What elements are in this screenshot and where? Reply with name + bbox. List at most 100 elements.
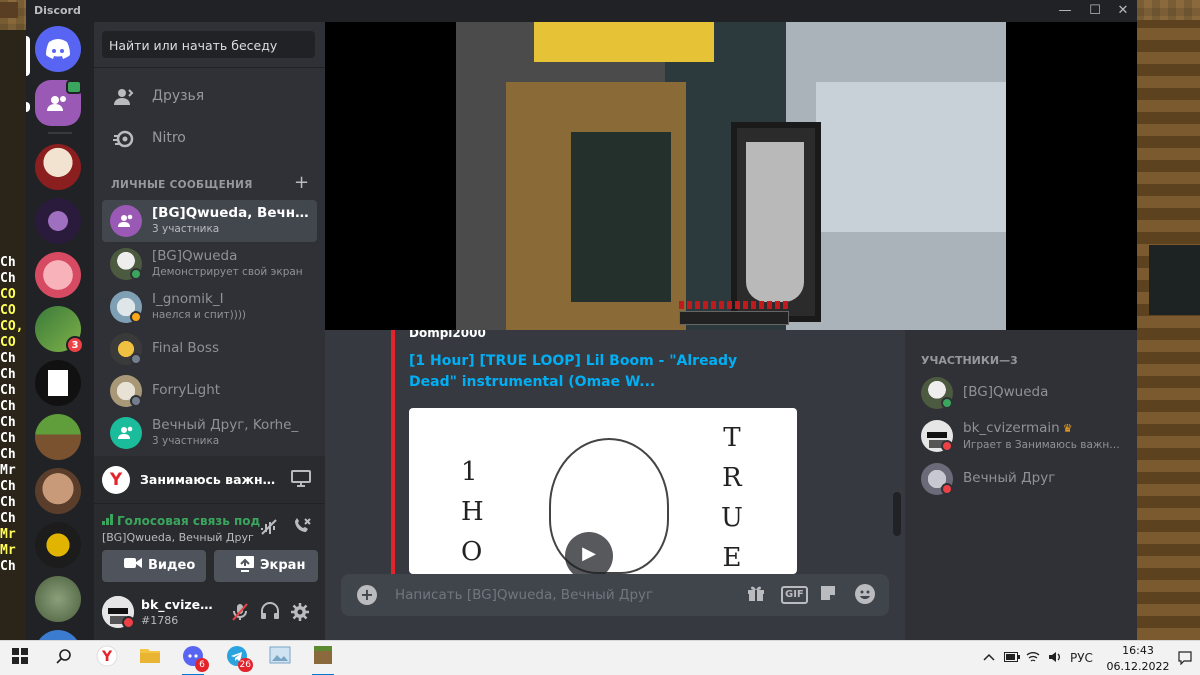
discord-taskbar-icon[interactable]: 6 [176,645,210,675]
username[interactable]: bk_cvizer... [141,597,216,612]
game-chat-line: Ch [0,351,16,366]
game-chat-line: CO [0,303,16,318]
voice-status-label: Голосовая связь под [117,514,261,528]
server-avatar[interactable] [35,468,81,514]
dm-item[interactable]: ForryLight [102,370,317,412]
voice-status[interactable]: Голосовая связь под [102,514,260,528]
server-avatar[interactable] [35,198,81,244]
discord-window: Discord — ☐ ✕ 3 Найти или начать беседу [0,0,1137,640]
game-chat-line: CO [0,335,16,350]
dm-subtitle: наелся и спит)))) [152,309,247,321]
user-panel: bk_cvizer... #1786 [94,584,325,640]
member-item[interactable]: bk_cvizermain ♛ Играет в Занимаюсь важны.… [913,415,1129,457]
rail-indicator [26,36,30,76]
voice-channel[interactable]: [BG]Qwueda, Вечный Друг [102,531,254,544]
nitro-icon [112,127,136,151]
game-chat-strip: Ch Ch CO CO CO, CO Ch Ch Ch Ch Ch Ch Ch Mr Ch Ch Ch Mr Mr C… [0,30,26,640]
clock-date[interactable]: 06.12.2022 [1103,660,1173,673]
server-avatar[interactable] [35,144,81,190]
message-composer[interactable]: + Написать [BG]Qwueda, Вечный Друг GIF [341,574,889,616]
dm-item[interactable]: I_gnomik_I наелся и спит)))) [102,286,317,328]
crown-icon: ♛ [1062,422,1073,435]
video-button[interactable]: Видео [102,550,206,582]
server-avatar[interactable] [35,630,81,640]
tray-chevron-icon[interactable] [983,651,995,665]
clock-time[interactable]: 16:43 [1113,644,1163,657]
telegram-icon[interactable]: 26 [220,645,254,672]
nav-label: Nitro [152,130,186,146]
create-dm-plus-icon[interactable]: + [294,172,309,193]
embed-video-thumbnail[interactable]: 1 H O T R U E L ▶ [409,408,797,574]
photos-app-icon[interactable] [263,645,297,672]
game-chat-line: Ch [0,495,16,510]
embed-title-link[interactable]: [1 Hour] [TRUE LOOP] Lil Boom - "Already… [409,351,749,393]
server-avatar[interactable] [35,522,81,568]
user-tag: #1786 [141,614,179,627]
language-indicator[interactable]: РУС [1070,651,1093,665]
screen-share-stream[interactable] [325,22,1137,330]
dm-item[interactable]: Final Boss [102,328,317,370]
telegram-badge: 26 [237,658,253,672]
server-avatar[interactable] [35,252,81,298]
notifications-icon[interactable] [1178,651,1192,668]
sticker-icon[interactable] [817,583,839,607]
activity-panel[interactable]: Y Занимаюсь важным... [94,456,325,504]
discord-home-icon[interactable] [35,26,81,72]
game-chat-line: Ch [0,367,16,382]
message-input[interactable]: Написать [BG]Qwueda, Вечный Друг [395,587,653,603]
activity-text: Занимаюсь важным... [140,472,280,487]
screen-share-icon [236,556,254,576]
headphones-icon[interactable] [259,602,281,624]
dm-item[interactable]: [BG]Qwueda Демонстрирует свой экран [102,243,317,285]
group-avatar-icon [110,417,142,449]
mic-muted-icon[interactable] [229,602,251,624]
minimize-button[interactable]: — [1056,2,1074,20]
play-icon[interactable]: ▶ [565,532,613,574]
battery-icon[interactable] [1004,651,1020,665]
search-input[interactable]: Найти или начать беседу [102,31,315,58]
maximize-button[interactable]: ☐ [1086,2,1104,20]
game-chat-line: Ch [0,383,16,398]
file-explorer-icon[interactable] [133,645,167,672]
minecraft-taskbar-icon[interactable] [306,645,340,675]
member-item[interactable]: Вечный Друг [913,458,1129,500]
screen-button[interactable]: Экран [214,550,318,582]
minecraft-server-icon[interactable] [35,414,81,460]
dm-name: [BG]Qwueda [152,248,238,264]
attach-plus-icon[interactable]: + [357,585,377,605]
gif-button[interactable]: GIF [781,586,808,604]
mention-badge: 3 [66,336,84,354]
yandex-browser-icon[interactable]: Y [90,645,124,672]
game-chat-line: Mr [0,543,16,558]
noise-suppression-icon[interactable] [260,518,278,540]
taskbar: Y 6 26 РУС 16:43 06.12.2022 [0,640,1200,675]
game-chat-line: Ch [0,447,16,462]
close-button[interactable]: ✕ [1114,2,1132,20]
settings-gear-icon[interactable] [289,602,311,624]
game-chat-line: Ch [0,415,16,430]
server-avatar[interactable] [35,360,81,406]
gift-icon[interactable] [745,583,767,607]
search-icon[interactable] [47,645,81,672]
rail-separator [48,132,72,134]
wifi-icon[interactable] [1026,651,1040,666]
member-item[interactable]: [BG]Qwueda [913,372,1129,414]
server-avatar[interactable] [35,576,81,622]
yandex-icon: Y [102,466,130,494]
title-bar[interactable]: Discord — ☐ ✕ [0,0,1137,22]
screen-share-icon[interactable] [289,468,313,490]
dm-item-group[interactable]: Вечный Друг, Korhe_ 3 участника [102,412,317,454]
scrollbar[interactable] [893,492,901,536]
emoji-icon[interactable] [853,583,877,607]
game-chat-line: Ch [0,399,16,414]
nav-nitro[interactable]: Nitro [102,121,317,157]
dm-subtitle: 3 участника [152,435,220,447]
screen-label: Экран [260,558,306,573]
nav-friends[interactable]: Друзья [102,79,317,115]
dm-item-group[interactable]: [BG]Qwueda, Вечный... 3 участника [102,200,317,242]
game-chat-line: Ch [0,479,16,494]
game-chat-line: Ch [0,271,16,286]
volume-icon[interactable] [1048,651,1062,666]
windows-start-icon[interactable] [3,645,37,672]
disconnect-call-icon[interactable] [292,517,312,539]
